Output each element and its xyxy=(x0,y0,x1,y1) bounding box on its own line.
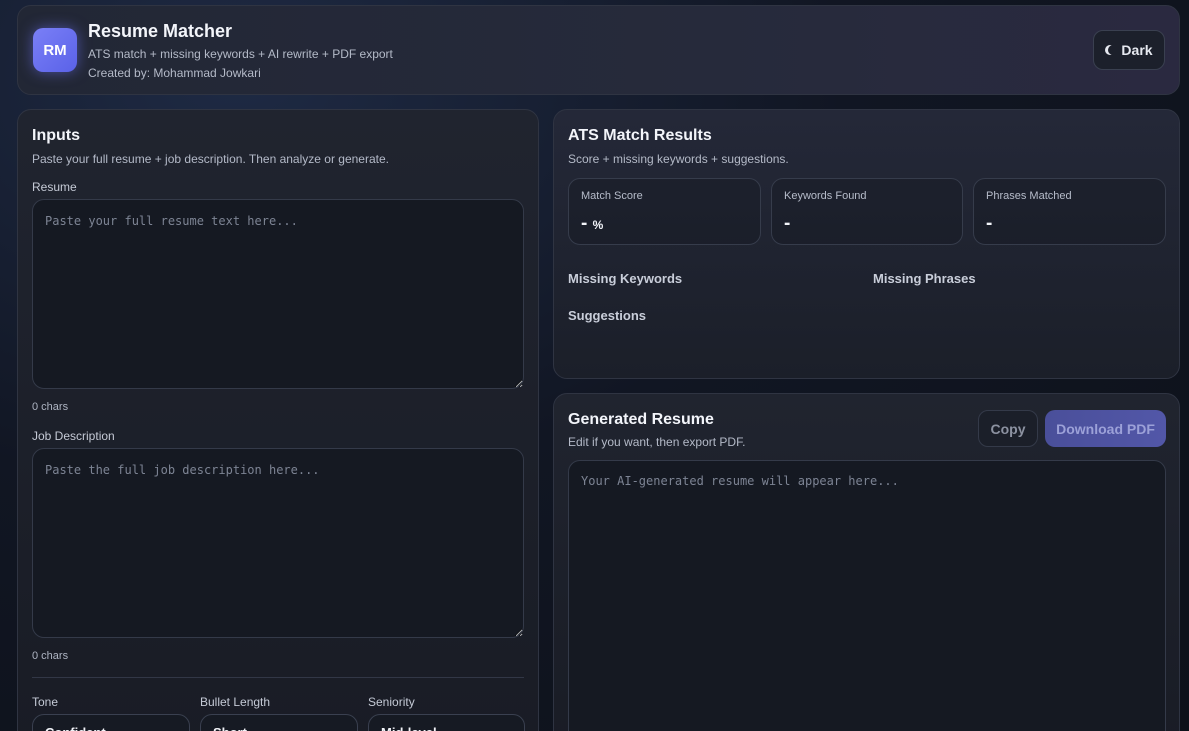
copy-button[interactable]: Copy xyxy=(978,410,1038,447)
resume-textarea[interactable] xyxy=(32,199,524,389)
ats-results-panel: ATS Match Results Score + missing keywor… xyxy=(553,109,1180,379)
match-score-value: - % xyxy=(581,213,604,234)
seniority-select[interactable]: Mid-level xyxy=(368,714,525,731)
keywords-found-card: Keywords Found - xyxy=(771,178,963,245)
keywords-found-value: - xyxy=(784,213,791,234)
moon-icon xyxy=(1108,45,1118,55)
ats-title: ATS Match Results xyxy=(568,127,712,144)
match-score-card: Match Score - % xyxy=(568,178,761,245)
app-header: RM Resume Matcher ATS match + missing ke… xyxy=(17,5,1180,95)
divider xyxy=(32,677,524,678)
job-description-label: Job Description xyxy=(32,429,115,443)
job-description-char-count: 0 chars xyxy=(32,650,69,662)
match-score-label: Match Score xyxy=(581,190,643,202)
generated-resume-textarea[interactable] xyxy=(568,460,1166,731)
generated-subtitle: Edit if you want, then export PDF. xyxy=(568,435,746,449)
tone-select[interactable]: Confident xyxy=(32,714,190,731)
phrases-matched-label: Phrases Matched xyxy=(986,190,1072,202)
inputs-subtitle: Paste your full resume + job description… xyxy=(32,152,389,166)
seniority-label: Seniority xyxy=(368,695,415,709)
missing-phrases-heading: Missing Phrases xyxy=(873,271,976,286)
generated-resume-panel: Generated Resume Edit if you want, then … xyxy=(553,393,1180,731)
app-title: Resume Matcher xyxy=(88,21,233,41)
resume-label: Resume xyxy=(32,180,77,194)
inputs-panel: Inputs Paste your full resume + job desc… xyxy=(17,109,539,731)
keywords-found-label: Keywords Found xyxy=(784,190,867,202)
inputs-title: Inputs xyxy=(32,127,80,144)
bullet-length-select[interactable]: Short xyxy=(200,714,358,731)
theme-toggle-button[interactable]: Dark xyxy=(1093,30,1165,70)
suggestions-heading: Suggestions xyxy=(568,308,647,323)
generated-title: Generated Resume xyxy=(568,411,714,428)
phrases-matched-card: Phrases Matched - xyxy=(973,178,1166,245)
app-credit: Created by: Mohammad Jowkari xyxy=(88,66,261,80)
download-pdf-button[interactable]: Download PDF xyxy=(1045,410,1166,447)
ats-subtitle: Score + missing keywords + suggestions. xyxy=(568,152,789,166)
app-logo: RM xyxy=(33,28,77,72)
tone-label: Tone xyxy=(32,695,59,709)
resume-char-count: 0 chars xyxy=(32,401,69,413)
theme-toggle-label: Dark xyxy=(1121,42,1153,58)
app-subtitle: ATS match + missing keywords + AI rewrit… xyxy=(88,47,393,61)
phrases-matched-value: - xyxy=(986,213,993,234)
job-description-textarea[interactable] xyxy=(32,448,524,638)
bullet-length-label: Bullet Length xyxy=(200,695,271,709)
missing-keywords-heading: Missing Keywords xyxy=(568,271,683,286)
